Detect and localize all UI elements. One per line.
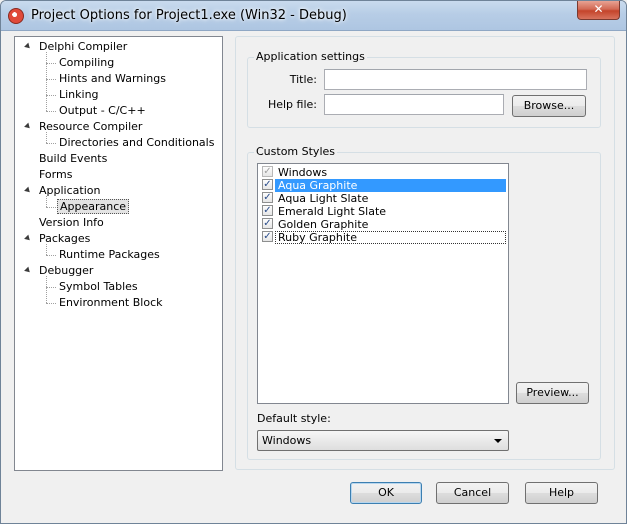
tree-item[interactable]: Appearance	[57, 199, 130, 215]
style-label: Aqua Graphite	[278, 179, 358, 192]
tree-item-label: Appearance	[57, 199, 130, 214]
tree-item-label: Environment Block	[59, 296, 163, 309]
tree-connector	[46, 287, 56, 288]
tree-expand-icon[interactable]	[24, 122, 32, 131]
tree-expand-icon[interactable]	[24, 186, 32, 195]
style-label: Windows	[278, 166, 328, 179]
help-file-input[interactable]	[324, 94, 504, 115]
style-list-item[interactable]: ✓ Ruby Graphite	[260, 231, 506, 244]
title-bar[interactable]: Project Options for Project1.exe (Win32 …	[1, 1, 626, 31]
tree-connector	[46, 255, 56, 256]
tree-item-label: Symbol Tables	[59, 280, 138, 293]
window-title: Project Options for Project1.exe (Win32 …	[31, 8, 347, 23]
help-button[interactable]: Help	[525, 482, 598, 504]
tree-connector	[46, 303, 56, 304]
title-label-text: Title:	[289, 73, 317, 86]
style-checkbox[interactable]: ✓	[262, 179, 273, 190]
tree-item[interactable]: Hints and Warnings	[57, 71, 168, 87]
style-checkbox: ✓	[262, 166, 273, 177]
preview-button[interactable]: Preview...	[516, 382, 589, 404]
tree-expand-icon[interactable]	[24, 42, 32, 51]
tree-item-label: Directories and Conditionals	[59, 136, 215, 149]
style-checkbox[interactable]: ✓	[262, 192, 273, 203]
application-settings-caption: Application settings	[254, 50, 367, 63]
project-options-dialog: Project Options for Project1.exe (Win32 …	[0, 0, 627, 524]
tree-connector	[46, 276, 47, 303]
default-style-label: Default style:	[257, 412, 331, 425]
tree-item-label: Version Info	[39, 216, 104, 229]
tree-item[interactable]: Environment Block	[57, 295, 165, 311]
style-label: Aqua Light Slate	[278, 192, 369, 205]
style-label: Ruby Graphite	[278, 231, 357, 244]
tree-item-label: Runtime Packages	[59, 248, 160, 261]
tree-connector	[46, 111, 56, 112]
tree-item[interactable]: Output - C/C++	[57, 103, 148, 119]
style-checkbox[interactable]: ✓	[262, 231, 273, 242]
tree-connector	[46, 63, 56, 64]
title-input[interactable]	[324, 69, 587, 90]
style-label: Golden Graphite	[278, 218, 369, 231]
tree-item[interactable]: Directories and Conditionals	[57, 135, 216, 151]
style-list-item[interactable]: ✓ Aqua Graphite	[260, 179, 506, 192]
custom-styles-list[interactable]: ✓ Windows ✓ Aqua Graphite ✓ Aqua Light Slate ✓…	[257, 163, 509, 404]
options-tree[interactable]: Delphi Compiler Compiling Hints and Warnin…	[14, 36, 223, 471]
default-style-value: Windows	[262, 434, 312, 447]
tree-item-label: Delphi Compiler	[39, 40, 128, 53]
browse-button[interactable]: Browse...	[512, 95, 586, 117]
tree-connector	[46, 132, 47, 143]
tree-item-label: Output - C/C++	[59, 104, 146, 117]
style-list-item[interactable]: ✓ Emerald Light Slate	[260, 205, 506, 218]
application-settings-group	[247, 57, 601, 128]
help-file-label: Help file:	[263, 98, 317, 111]
tree-connector	[46, 196, 47, 207]
tree-item[interactable]: Symbol Tables	[57, 279, 140, 295]
tree-item[interactable]: Delphi Compiler	[37, 39, 129, 55]
close-button[interactable]: ✕	[577, 1, 620, 20]
tree-item[interactable]: Compiling	[57, 55, 116, 71]
style-list-item[interactable]: ✓ Aqua Light Slate	[260, 192, 506, 205]
ok-button[interactable]: OK	[350, 482, 422, 504]
tree-item-label: Build Events	[39, 152, 108, 165]
tree-item[interactable]: Forms	[37, 167, 74, 183]
cancel-button[interactable]: Cancel	[436, 482, 509, 504]
tree-item-label: Compiling	[59, 56, 115, 69]
tree-item-label: Forms	[39, 168, 73, 181]
style-list-item[interactable]: ✓ Windows	[260, 166, 506, 179]
tree-item[interactable]: Build Events	[37, 151, 109, 167]
tree-item-label: Resource Compiler	[39, 120, 143, 133]
custom-styles-caption: Custom Styles	[254, 145, 337, 158]
tree-item[interactable]: Runtime Packages	[57, 247, 162, 263]
style-checkbox[interactable]: ✓	[262, 218, 273, 229]
chevron-down-icon	[494, 439, 502, 443]
tree-connector	[46, 207, 56, 208]
tree-connector	[46, 52, 47, 111]
tree-connector	[46, 244, 47, 255]
tree-expand-icon[interactable]	[24, 266, 32, 275]
default-style-select[interactable]: Windows	[257, 430, 509, 451]
tree-expand-icon[interactable]	[24, 234, 32, 243]
tree-item-label: Hints and Warnings	[59, 72, 166, 85]
help-file-label-text: Help file:	[267, 98, 317, 111]
tree-connector	[46, 95, 56, 96]
tree-connector	[46, 79, 56, 80]
style-checkbox[interactable]: ✓	[262, 205, 273, 216]
app-icon	[8, 8, 24, 24]
title-label: Title:	[263, 73, 317, 86]
tree-item[interactable]: Version Info	[37, 215, 106, 231]
tree-connector	[46, 143, 56, 144]
tree-item[interactable]: Resource Compiler	[37, 119, 144, 135]
tree-item-label: Linking	[59, 88, 99, 101]
style-list-item[interactable]: ✓ Golden Graphite	[260, 218, 506, 231]
style-label: Emerald Light Slate	[278, 205, 387, 218]
tree-item[interactable]: Linking	[57, 87, 101, 103]
